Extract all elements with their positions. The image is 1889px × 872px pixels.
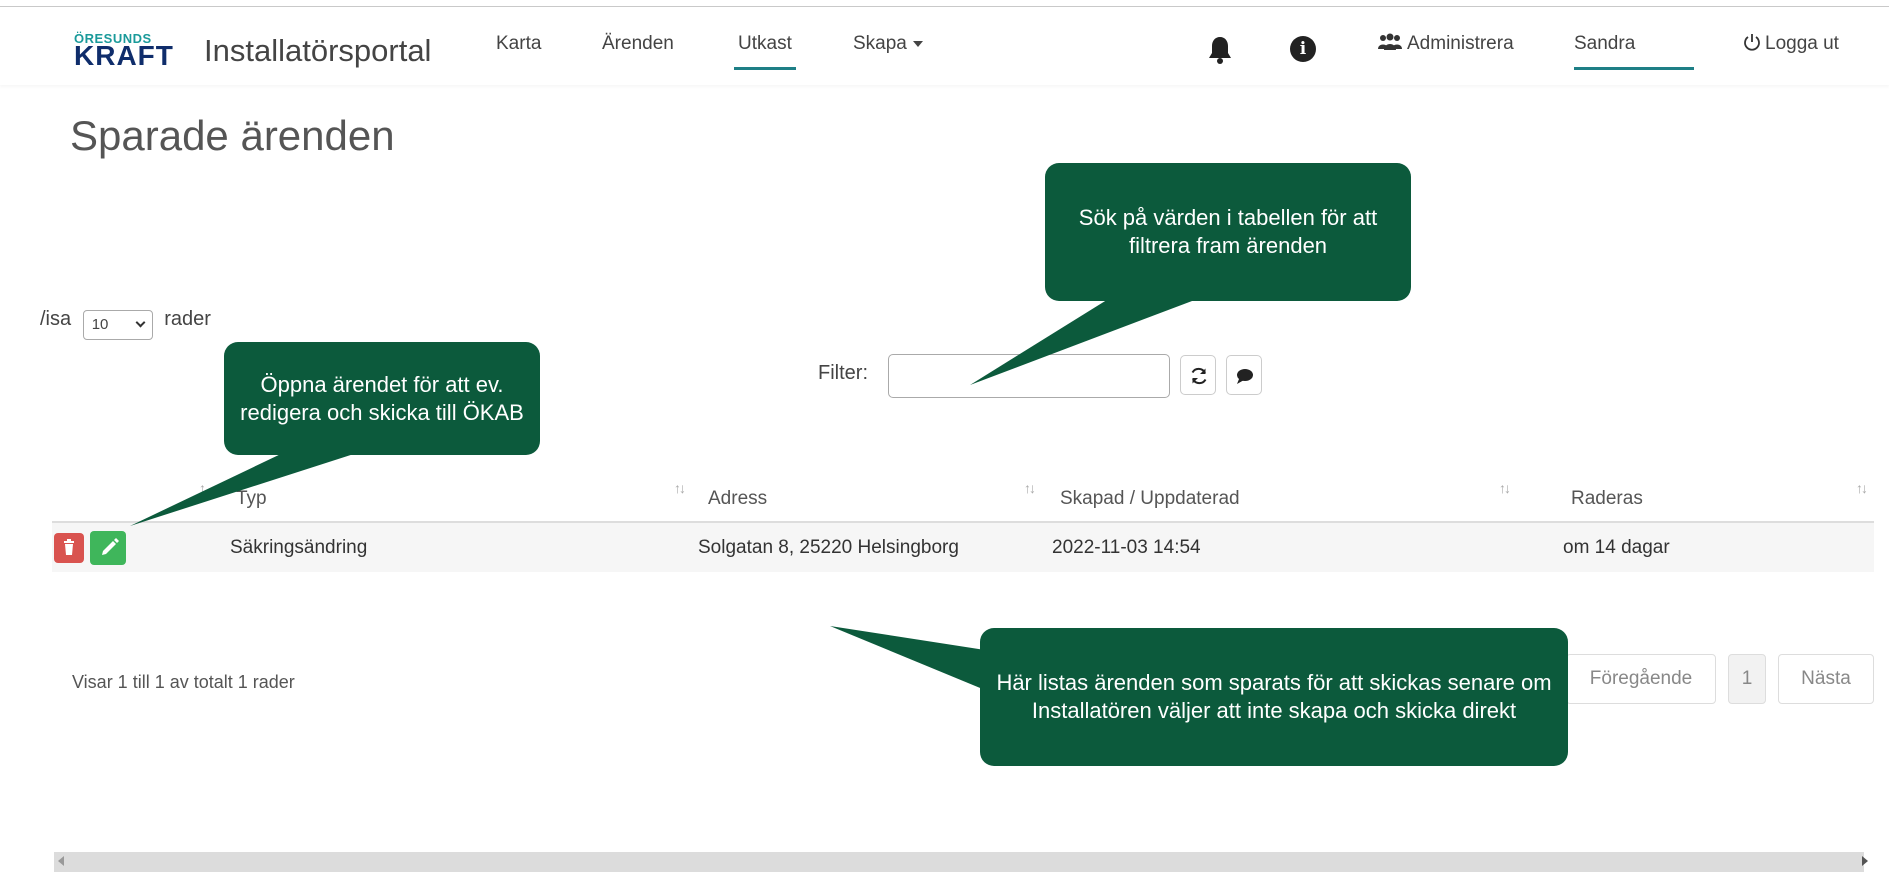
- length-control: /isa 10 rader: [40, 308, 211, 340]
- logout-label: Logga ut: [1765, 33, 1839, 54]
- horizontal-scrollbar[interactable]: [54, 852, 1864, 872]
- rows-per-page-value: 10: [91, 316, 109, 333]
- pagination-next-button[interactable]: Nästa: [1778, 654, 1874, 704]
- logo[interactable]: ÖRESUNDS KRAFT: [74, 31, 182, 77]
- caret-down-icon: [912, 40, 923, 47]
- brand-title[interactable]: Installatörsportal: [204, 33, 431, 69]
- user-menu[interactable]: Sandra: [1574, 33, 1694, 73]
- nav-utkast[interactable]: Utkast: [734, 33, 796, 73]
- sort-icon: ↑↓: [1856, 480, 1868, 496]
- nav-karta[interactable]: Karta: [496, 33, 541, 73]
- callout-saved: Här listas ärenden som sparats för att s…: [980, 628, 1568, 766]
- table-header-row: ↑ Typ ↑↓ Adress ↑↓ Skapad / Uppdaterad ↑↓ R…: [52, 476, 1874, 523]
- nav-arenden[interactable]: Ärenden: [602, 33, 674, 73]
- info-icon[interactable]: i: [1290, 36, 1316, 62]
- row-actions: [52, 522, 212, 572]
- logo-bottom-text: KRAFT: [74, 40, 174, 71]
- cell-typ: Säkringsändring: [212, 522, 692, 572]
- users-icon: [1378, 33, 1402, 50]
- sort-icon: ↑↓: [1024, 480, 1036, 496]
- page-title: Sparade ärenden: [70, 112, 395, 159]
- cell-adress: Solgatan 8, 25220 Helsingborg: [692, 522, 1042, 572]
- length-suffix: rader: [164, 308, 211, 330]
- sort-icon: ↑↓: [1499, 480, 1511, 496]
- nav-skapa-dropdown[interactable]: Skapa: [853, 33, 923, 73]
- callout-saved-pointer: [830, 626, 985, 690]
- column-header-skapad[interactable]: Skapad / Uppdaterad ↑↓: [1042, 476, 1517, 523]
- navbar: ÖRESUNDS KRAFT Installatörsportal Karta …: [0, 7, 1889, 85]
- table-row: Säkringsändring Solgatan 8, 25220 Helsin…: [52, 522, 1874, 572]
- power-icon: [1744, 34, 1760, 51]
- pencil-icon: [102, 537, 119, 555]
- cell-raderas: om 14 dagar: [1517, 522, 1874, 572]
- column-header-typ[interactable]: Typ ↑↓: [212, 476, 692, 523]
- pagination-previous-button[interactable]: Föregående: [1566, 654, 1716, 704]
- delete-button[interactable]: [54, 532, 84, 563]
- sort-icon: ↑: [199, 480, 206, 496]
- trash-icon: [64, 538, 74, 555]
- chevron-down-icon: [135, 317, 146, 328]
- scroll-left-arrow-icon[interactable]: [58, 856, 64, 866]
- scroll-right-arrow-icon[interactable]: [1862, 856, 1868, 866]
- comment-icon: [1237, 369, 1253, 384]
- logout-link[interactable]: Logga ut: [1743, 33, 1839, 55]
- nav-skapa-label: Skapa: [853, 33, 907, 54]
- refresh-button[interactable]: [1180, 355, 1216, 395]
- column-header-raderas[interactable]: Raderas ↑↓: [1517, 476, 1874, 523]
- callout-search: Sök på värden i tabellen för att filtrer…: [1045, 163, 1411, 301]
- pagination-page-1[interactable]: 1: [1728, 654, 1766, 704]
- column-header-actions[interactable]: ↑: [52, 476, 212, 523]
- sort-icon: ↑↓: [674, 480, 686, 496]
- bell-icon[interactable]: [1207, 35, 1233, 65]
- administrera-link[interactable]: Administrera: [1377, 33, 1514, 55]
- edit-button[interactable]: [90, 530, 126, 565]
- administrera-label: Administrera: [1407, 33, 1514, 54]
- table-info: Visar 1 till 1 av totalt 1 rader: [72, 672, 295, 692]
- column-header-adress[interactable]: Adress ↑↓: [692, 476, 1042, 523]
- filter-input[interactable]: [888, 354, 1170, 398]
- comment-button[interactable]: [1226, 355, 1262, 395]
- filter-label: Filter:: [818, 362, 868, 384]
- length-prefix: /isa: [40, 308, 72, 330]
- callout-open: Öppna ärendet för att ev. redigera och s…: [224, 342, 540, 455]
- user-name: Sandra: [1574, 33, 1636, 54]
- refresh-icon: [1191, 367, 1207, 385]
- saved-cases-table: ↑ Typ ↑↓ Adress ↑↓ Skapad / Uppdaterad ↑↓ R…: [52, 476, 1874, 572]
- cell-skapad: 2022-11-03 14:54: [1042, 522, 1517, 572]
- rows-per-page-select[interactable]: 10: [82, 310, 153, 340]
